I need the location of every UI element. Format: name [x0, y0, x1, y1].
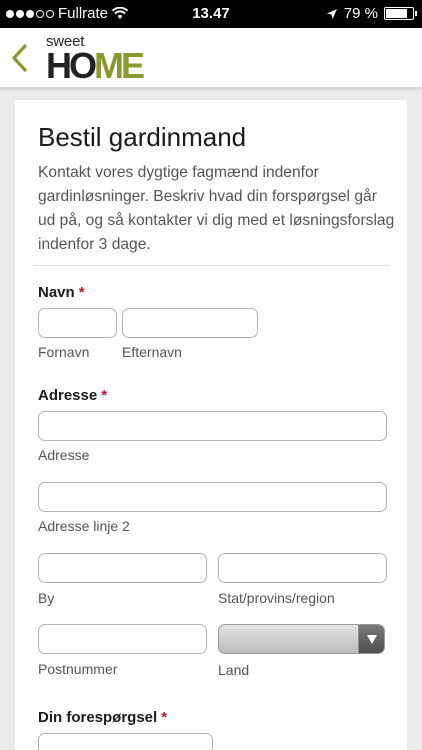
order-form-card: Bestil gardinmand Kontakt vores dygtige … [15, 100, 407, 750]
postal-code-sublabel: Postnummer [38, 661, 118, 677]
postal-code-input[interactable] [38, 624, 207, 654]
status-right: 79 % [326, 5, 417, 22]
app-header: sweet HOME [0, 28, 422, 88]
sweet-home-logo[interactable]: sweet HOME [46, 34, 145, 86]
required-asterisk: * [101, 387, 108, 404]
status-bar: Fullrate 13.47 79 % [0, 0, 422, 28]
logo-home-text: HOME [46, 45, 145, 86]
city-input[interactable] [38, 553, 207, 583]
location-arrow-icon [326, 8, 337, 19]
first-name-input[interactable] [38, 308, 117, 338]
back-chevron-icon[interactable] [8, 42, 32, 74]
state-sublabel: Stat/provins/region [218, 590, 335, 606]
dropdown-arrow-icon [358, 625, 384, 653]
name-label: Navn * [38, 284, 85, 301]
state-input[interactable] [218, 553, 387, 583]
required-asterisk: * [161, 709, 168, 726]
inquiry-label: Din forespørgsel * [38, 709, 168, 726]
last-name-sublabel: Efternavn [122, 344, 182, 360]
inquiry-input[interactable] [38, 733, 213, 750]
last-name-input[interactable] [122, 308, 258, 338]
battery-percent: 79 % [343, 5, 378, 22]
address-line2-input[interactable] [38, 482, 387, 512]
form-intro: Kontakt vores dygtige fagmænd indenfor g… [38, 164, 395, 253]
city-sublabel: By [38, 590, 55, 606]
required-asterisk: * [78, 284, 85, 301]
country-select[interactable] [218, 624, 385, 654]
country-sublabel: Land [218, 662, 250, 678]
page-title: Bestil gardinmand [38, 122, 247, 152]
address-label: Adresse * [38, 387, 108, 404]
battery-icon [384, 7, 417, 20]
divider [33, 265, 389, 266]
first-name-sublabel: Fornavn [38, 344, 90, 360]
address-line1-sublabel: Adresse [38, 447, 90, 463]
address-line1-input[interactable] [38, 411, 387, 441]
address-line2-sublabel: Adresse linje 2 [38, 518, 130, 534]
